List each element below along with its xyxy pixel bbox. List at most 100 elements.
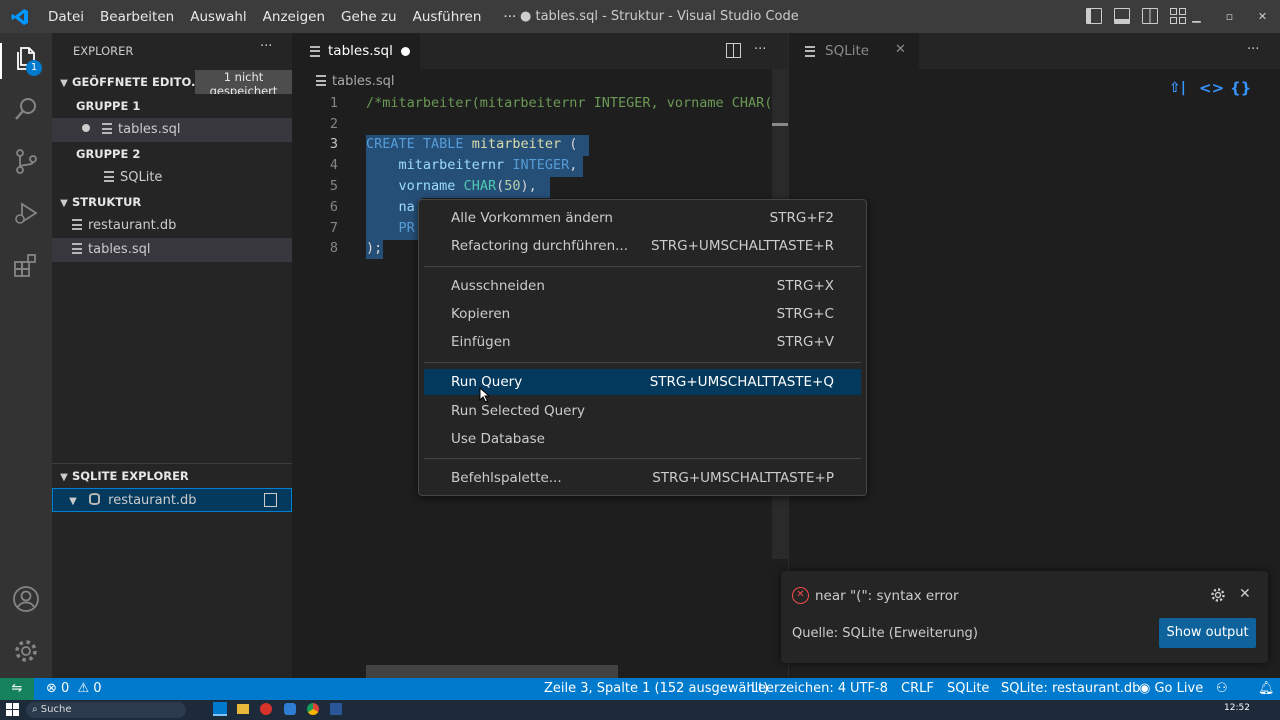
taskbar-chrome-icon[interactable]	[307, 703, 319, 715]
menu-item-refactor[interactable]: Refactoring durchführen... STRG+UMSCHALT…	[424, 233, 861, 259]
extensions-icon[interactable]	[12, 251, 40, 279]
split-editor-icon[interactable]	[726, 43, 741, 58]
sqlite-explorer-label: SQLITE EXPLORER	[72, 469, 189, 483]
toggle-secondary-sidebar-icon[interactable]	[1142, 8, 1158, 24]
sqlite-db-item[interactable]: ▼ restaurant.db	[52, 488, 292, 512]
file-restaurant-db[interactable]: restaurant.db	[52, 214, 292, 238]
close-tab-icon[interactable]: ✕	[895, 42, 906, 57]
menu-anzeigen[interactable]: Anzeigen	[255, 9, 333, 25]
menu-item-paste[interactable]: Einfügen STRG+V	[424, 329, 861, 355]
menu-separator	[424, 362, 861, 363]
notifications-bell-icon[interactable]: 🔔︎	[1258, 678, 1275, 700]
indentation[interactable]: Leerzeichen: 4	[751, 678, 846, 700]
breadcrumb-file[interactable]: tables.sql	[332, 74, 394, 89]
unsaved-badge: 1 nicht gespeichert	[195, 70, 292, 94]
file-label: restaurant.db	[88, 218, 177, 233]
toggle-sidebar-icon[interactable]	[1086, 8, 1102, 24]
export-icon[interactable]: ⇧|	[1169, 80, 1186, 96]
line-number: 1	[329, 95, 338, 111]
tab-tables-sql[interactable]: tables.sql	[292, 33, 420, 69]
menu-ausfuehren[interactable]: Ausführen	[405, 9, 490, 25]
code-line-create: CREATE TABLE mitarbeiter (	[366, 136, 578, 152]
error-icon: ✕	[792, 587, 809, 604]
windows-start-icon[interactable]	[6, 703, 19, 716]
line-ending[interactable]: CRLF	[901, 678, 934, 700]
menu-separator	[424, 458, 861, 459]
maximize-icon[interactable]: ▫	[1213, 0, 1246, 33]
source-control-icon[interactable]	[12, 147, 40, 175]
account-icon[interactable]	[12, 585, 40, 613]
sidebar-title: EXPLORER	[73, 44, 134, 58]
taskbar-folder-icon[interactable]	[237, 704, 249, 714]
search-icon[interactable]	[12, 95, 40, 123]
menu-item-use-database[interactable]: Use Database	[424, 426, 861, 452]
editor-tab-bar: tables.sql ···	[292, 33, 788, 69]
menu-item-copy[interactable]: Kopieren STRG+C	[424, 301, 861, 327]
file-lines-icon	[310, 45, 320, 57]
open-html-icon[interactable]: <>	[1199, 79, 1224, 97]
unsaved-dot-icon[interactable]	[401, 47, 410, 56]
windows-taskbar: ⌕ Suche 12:52	[0, 700, 1280, 720]
menu-bar: Datei Bearbeiten Auswahl Anzeigen Gehe z…	[40, 9, 524, 25]
line-number: 4	[329, 157, 338, 173]
minimize-icon[interactable]: ▁	[1180, 0, 1213, 33]
open-editor-tables-sql[interactable]: tables.sql	[52, 118, 292, 142]
line-number: 7	[329, 220, 338, 236]
new-query-icon[interactable]	[264, 493, 277, 507]
menu-datei[interactable]: Datei	[40, 9, 92, 25]
problems-indicator[interactable]: ⊗ 0 ⚠ 0	[46, 678, 102, 700]
cursor-position[interactable]: Zeile 3, Spalte 1 (152 ausgewählt)	[544, 678, 768, 700]
go-live-button[interactable]: ◉ Go Live	[1139, 678, 1203, 700]
menu-auswahl[interactable]: Auswahl	[182, 9, 254, 25]
editor-more-icon[interactable]: ···	[754, 42, 766, 57]
title-bar: Datei Bearbeiten Auswahl Anzeigen Gehe z…	[0, 0, 1280, 33]
menu-item-command-palette[interactable]: Befehlspalette... STRG+UMSCHALTTASTE+P	[424, 465, 861, 491]
taskbar-vscode-icon[interactable]	[213, 702, 227, 716]
menu-item-change-all-occurrences[interactable]: Alle Vorkommen ändern STRG+F2	[424, 205, 861, 231]
chevron-down-icon: ▼	[60, 78, 68, 89]
close-window-icon[interactable]: ✕	[1246, 0, 1279, 33]
tab-sqlite[interactable]: SQLite ✕	[789, 33, 919, 69]
folder-label: STRUKTUR	[72, 195, 142, 209]
taskbar-search-label: Suche	[40, 704, 72, 715]
sidebar-more-icon[interactable]: ···	[260, 39, 272, 54]
error-notification: ✕ near "(": syntax error ✕ Quelle: SQLit…	[781, 571, 1268, 663]
file-lines-icon	[104, 171, 114, 182]
open-json-icon[interactable]: {}	[1230, 79, 1251, 97]
run-debug-icon[interactable]	[12, 199, 40, 227]
menu-gehe-zu[interactable]: Gehe zu	[333, 9, 405, 25]
taskbar-app-icon[interactable]	[284, 703, 296, 715]
horizontal-scrollbar-thumb[interactable]	[366, 665, 618, 678]
file-tables-sql[interactable]: tables.sql	[52, 238, 292, 262]
taskbar-record-icon[interactable]	[260, 703, 272, 715]
folder-header[interactable]: ▼ STRUKTUR	[52, 190, 292, 214]
code-line-comment: /*mitarbeiter(mitarbeiternr INTEGER, vor…	[366, 95, 772, 111]
explorer-badge: 1	[26, 60, 42, 76]
code-line-column: mitarbeiternr INTEGER,	[398, 157, 578, 173]
right-more-icon[interactable]: ···	[1247, 42, 1259, 57]
language-mode[interactable]: SQLite	[947, 678, 989, 700]
group2-label[interactable]: GRUPPE 2	[52, 142, 292, 166]
active-database[interactable]: SQLite: restaurant.db	[1001, 678, 1140, 700]
chevron-down-icon: ▼	[69, 496, 77, 507]
open-editor-sqlite[interactable]: SQLite	[52, 166, 292, 190]
encoding[interactable]: UTF-8	[850, 678, 888, 700]
notification-settings-gear-icon[interactable]	[1210, 587, 1226, 607]
notification-close-icon[interactable]: ✕	[1239, 586, 1251, 602]
status-bar: ⇋ ⊗ 0 ⚠ 0 Zeile 3, Spalte 1 (152 ausgewä…	[0, 678, 1280, 700]
unsaved-dot-icon	[82, 124, 90, 132]
menu-item-cut[interactable]: Ausschneiden STRG+X	[424, 273, 861, 299]
accounts-icon[interactable]: ⚇	[1216, 678, 1228, 700]
explorer-icon[interactable]: 1	[12, 45, 42, 76]
file-lines-icon	[316, 75, 326, 86]
sqlite-explorer-header[interactable]: ▼ SQLITE EXPLORER	[52, 464, 292, 488]
show-output-button[interactable]: Show output	[1159, 618, 1256, 648]
remote-indicator-icon[interactable]: ⇋	[0, 678, 34, 700]
toggle-panel-icon[interactable]	[1114, 8, 1130, 24]
taskbar-word-icon[interactable]	[330, 703, 342, 715]
settings-gear-icon[interactable]	[12, 637, 40, 665]
sidebar: EXPLORER ··· ▼ GEÖFFNETE EDITO... 1 nicht…	[52, 33, 292, 678]
menu-bearbeiten[interactable]: Bearbeiten	[92, 9, 182, 25]
group1-label[interactable]: GRUPPE 1	[52, 94, 292, 118]
taskbar-search[interactable]: ⌕ Suche	[26, 702, 186, 718]
